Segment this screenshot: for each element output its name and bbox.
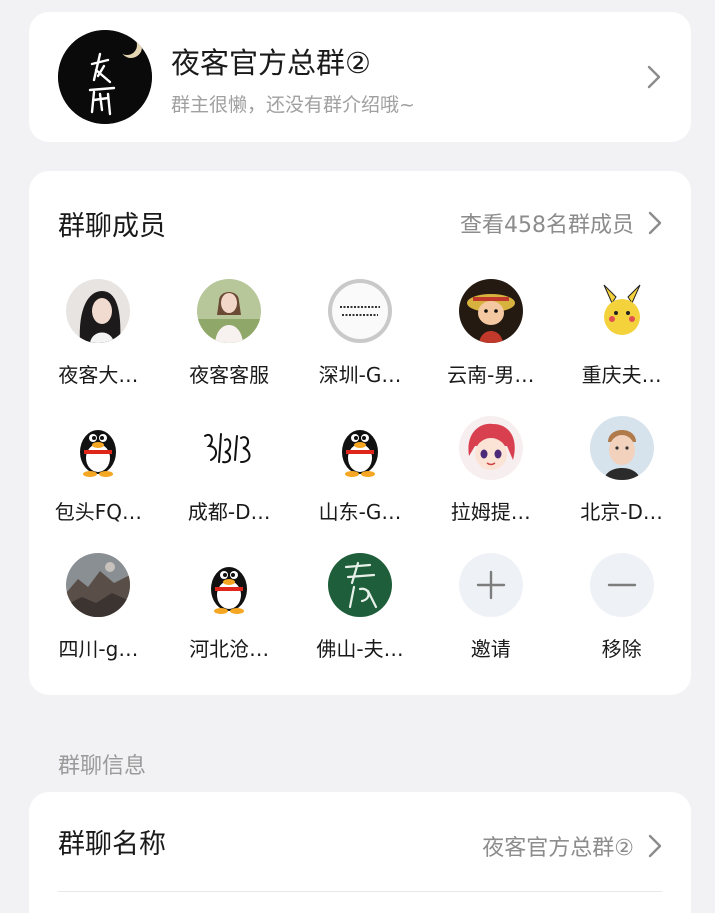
- anime-girl-icon: [458, 416, 523, 480]
- calligraphy-icon: [197, 416, 262, 480]
- member-item[interactable]: 成都-D…: [164, 416, 295, 553]
- member-name: 夜客客服: [189, 363, 270, 387]
- member-name: 成都-D…: [187, 500, 271, 524]
- member-item[interactable]: 山东-G…: [295, 416, 426, 553]
- photo-man-icon: [589, 416, 654, 480]
- member-name: 深圳-G…: [318, 363, 402, 387]
- invite-member-button[interactable]: 邀请: [425, 553, 556, 690]
- pikachu-cartoon-icon: [589, 279, 654, 343]
- member-item[interactable]: 四川-g…: [33, 553, 164, 690]
- group-logo-icon: [58, 30, 152, 124]
- members-title: 群聊成员: [58, 211, 166, 242]
- group-name: 夜客官方总群②: [171, 46, 371, 80]
- group-name-value-text: 夜客官方总群②: [482, 836, 634, 861]
- member-item[interactable]: 夜客大…: [33, 279, 164, 416]
- member-name: 云南-男…: [447, 363, 535, 387]
- member-name: 河北沧…: [189, 637, 270, 661]
- member-name: 四川-g…: [58, 637, 139, 661]
- remove-member-button[interactable]: 移除: [556, 553, 687, 690]
- photo-woman-icon: [66, 279, 131, 343]
- minus-icon: [589, 553, 654, 617]
- group-description: 群主很懒，还没有群介绍哦~: [171, 94, 415, 116]
- group-name-row[interactable]: 群聊名称 夜客官方总群②: [29, 792, 691, 892]
- member-item[interactable]: 深圳-G…: [295, 279, 426, 416]
- member-name: 重庆夫…: [581, 363, 662, 387]
- chevron-right-icon: [648, 211, 662, 235]
- member-item[interactable]: 河北沧…: [164, 553, 295, 690]
- divider: [58, 891, 662, 892]
- member-name: 佛山-夫…: [316, 637, 404, 661]
- qq-penguin-icon: [66, 416, 131, 480]
- member-item[interactable]: 夜客客服: [164, 279, 295, 416]
- member-name: 包头FQ…: [54, 500, 143, 524]
- photo-landscape-icon: [66, 553, 131, 617]
- qq-penguin-icon: [327, 416, 392, 480]
- invite-label: 邀请: [470, 637, 511, 661]
- member-item[interactable]: 佛山-夫…: [295, 553, 426, 690]
- member-name: 夜客大…: [58, 363, 139, 387]
- member-name: 北京-D…: [580, 500, 663, 524]
- members-grid: 夜客大… 夜客客服 深圳-G… 云南-男… 重庆夫… 包头FQ… 成都-D… 山…: [33, 279, 687, 690]
- member-name: 拉姆提…: [450, 500, 531, 524]
- group-name-value: 夜客官方总群②: [482, 830, 662, 862]
- photo-girl-icon: [197, 279, 262, 343]
- member-item[interactable]: 重庆夫…: [556, 279, 687, 416]
- member-item[interactable]: 北京-D…: [556, 416, 687, 553]
- chevron-right-icon: [647, 65, 661, 89]
- chevron-right-icon: [648, 834, 662, 858]
- member-item[interactable]: 云南-男…: [425, 279, 556, 416]
- info-card: 群聊名称 夜客官方总群②: [29, 792, 691, 913]
- info-section-label: 群聊信息: [58, 754, 147, 779]
- member-name: 山东-G…: [318, 500, 402, 524]
- member-item[interactable]: 拉姆提…: [425, 416, 556, 553]
- text-image-icon: [327, 279, 392, 343]
- qq-penguin-icon: [197, 553, 262, 617]
- group-name-label: 群聊名称: [58, 829, 166, 860]
- members-card: 群聊成员 查看458名群成员 夜客大… 夜客客服 深圳-G… 云南-男… 重庆夫…: [29, 171, 691, 695]
- view-all-members-label: 查看458名群成员: [460, 213, 634, 238]
- member-item[interactable]: 包头FQ…: [33, 416, 164, 553]
- group-avatar: [58, 30, 152, 124]
- green-seal-icon: [327, 553, 392, 617]
- view-all-members-link[interactable]: 查看458名群成员: [460, 207, 662, 239]
- luffy-cartoon-icon: [458, 279, 523, 343]
- remove-label: 移除: [601, 637, 642, 661]
- plus-icon: [458, 553, 523, 617]
- group-header-card[interactable]: 夜客官方总群② 群主很懒，还没有群介绍哦~: [29, 12, 691, 142]
